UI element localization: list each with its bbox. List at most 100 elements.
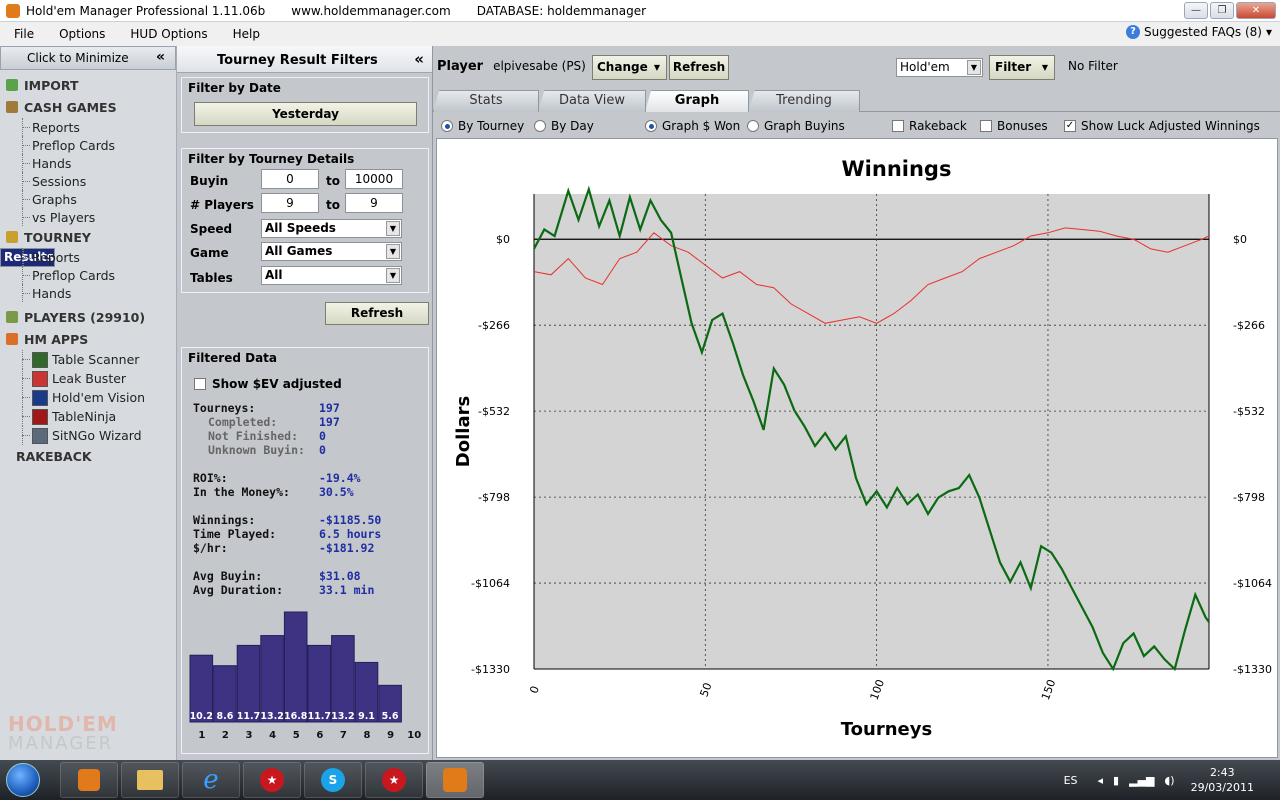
histogram-position-label: 8 bbox=[364, 730, 371, 741]
app-title: Hold'em Manager Professional 1.11.06b bbox=[26, 3, 266, 18]
nav-app-table-scanner[interactable]: Table Scanner bbox=[0, 350, 176, 369]
nav-tourney[interactable]: TOURNEY bbox=[0, 226, 176, 248]
tab-trending[interactable]: Trending bbox=[748, 90, 860, 112]
nav-app-holdem-vision[interactable]: Hold'em Vision bbox=[0, 388, 176, 407]
nav-cash-reports[interactable]: Reports bbox=[0, 118, 176, 136]
language-indicator[interactable]: ES bbox=[1064, 774, 1078, 787]
bonuses-checkbox[interactable]: Bonuses bbox=[980, 119, 1048, 133]
luck-adjusted-checkbox[interactable]: ✓ Show Luck Adjusted Winnings bbox=[1064, 119, 1260, 133]
menu-help[interactable]: Help bbox=[219, 27, 271, 41]
players-to-input[interactable]: 9 bbox=[345, 193, 403, 213]
filter-button[interactable]: Filter ▼ bbox=[989, 55, 1055, 80]
luck-adjusted-label: Show Luck Adjusted Winnings bbox=[1081, 119, 1260, 133]
radio bbox=[747, 120, 759, 132]
ie-taskbar-icon[interactable]: e bbox=[182, 762, 240, 798]
network-icon[interactable]: ▮ bbox=[1113, 774, 1119, 787]
stat-value: 30.5% bbox=[319, 485, 354, 499]
menu-hud-options[interactable]: HUD Options bbox=[116, 27, 218, 41]
tab-graph[interactable]: Graph bbox=[645, 90, 749, 112]
show-sev-checkbox[interactable]: Show $EV adjusted bbox=[194, 377, 342, 391]
buyin-from-input[interactable]: 0 bbox=[261, 169, 319, 189]
filters-refresh-button[interactable]: Refresh bbox=[325, 302, 429, 325]
nav-cash-vs-players[interactable]: vs Players bbox=[0, 208, 176, 226]
media-player-taskbar-icon[interactable] bbox=[60, 762, 118, 798]
by-day-radio[interactable]: By Day bbox=[534, 119, 594, 133]
by-tourney-label: By Tourney bbox=[458, 119, 525, 133]
stat-label: Unknown Buyin: bbox=[208, 443, 305, 457]
nav-rakeback[interactable]: RAKEBACK bbox=[0, 445, 176, 467]
change-player-button[interactable]: Change ▼ bbox=[592, 55, 667, 80]
stat-value: 6.5 hours bbox=[319, 527, 382, 541]
suggested-faqs[interactable]: ? Suggested FAQs (8) ▾ bbox=[1126, 25, 1272, 39]
histogram-position-label: 10 bbox=[407, 730, 421, 741]
nav-cash-graphs[interactable]: Graphs bbox=[0, 190, 176, 208]
nav-import[interactable]: IMPORT bbox=[0, 74, 176, 96]
nav-tourney-preflop-cards[interactable]: Preflop Cards bbox=[0, 266, 176, 284]
volume-icon[interactable]: ◖) bbox=[1165, 774, 1175, 787]
nav-app-sitngo-wizard[interactable]: SitNGo Wizard bbox=[0, 426, 176, 445]
minimize-label: Click to Minimize bbox=[27, 51, 129, 65]
y-tick-label-left: -$1064 bbox=[471, 577, 510, 590]
histogram-bar bbox=[331, 635, 355, 723]
tab-stats[interactable]: Stats bbox=[433, 90, 539, 112]
graph-options: By Tourney By Day Graph $ Won Graph Buyi… bbox=[433, 114, 1280, 138]
by-tourney-radio[interactable]: By Tourney bbox=[441, 119, 524, 133]
nav-cash-hands[interactable]: Hands bbox=[0, 154, 176, 172]
stat-label: Tourneys: bbox=[193, 401, 256, 415]
change-label: Change bbox=[597, 60, 648, 74]
clock-time: 2:43 bbox=[1209, 766, 1235, 779]
tab-data-view[interactable]: Data View bbox=[538, 90, 646, 112]
stat-label: Not Finished: bbox=[208, 429, 299, 443]
buyin-to-input[interactable]: 10000 bbox=[345, 169, 403, 189]
explorer-taskbar-icon[interactable] bbox=[121, 762, 179, 798]
nav-app-tableninja[interactable]: TableNinja bbox=[0, 407, 176, 426]
nav-app-leak-buster[interactable]: Leak Buster bbox=[0, 369, 176, 388]
nav-hm-apps[interactable]: HM APPS bbox=[0, 328, 176, 350]
menu-options[interactable]: Options bbox=[45, 27, 116, 41]
logo-bottom: MANAGER bbox=[8, 733, 114, 754]
nav-tourney-reports[interactable]: Reports bbox=[0, 248, 176, 266]
game-type-select[interactable]: Hold'em ▼ bbox=[896, 58, 983, 77]
stat-value: -$1185.50 bbox=[319, 513, 382, 527]
nav-cash-sessions[interactable]: Sessions bbox=[0, 172, 176, 190]
game-select[interactable]: All Games ▼ bbox=[261, 242, 402, 261]
minimize-window-button[interactable]: — bbox=[1184, 2, 1208, 19]
signal-icon[interactable]: ▂▄▆ bbox=[1129, 774, 1154, 787]
clock[interactable]: 2:43 29/03/2011 bbox=[1191, 765, 1254, 795]
double-chevron-left-icon: « bbox=[155, 49, 165, 65]
speed-select[interactable]: All Speeds ▼ bbox=[261, 219, 402, 238]
rakeback-checkbox[interactable]: Rakeback bbox=[892, 119, 967, 133]
nav-cash-games[interactable]: CASH GAMES bbox=[0, 96, 176, 118]
help-icon: ? bbox=[1126, 25, 1141, 39]
menu-file[interactable]: File bbox=[0, 27, 45, 41]
tray-arrow-icon[interactable]: ◂ bbox=[1098, 774, 1104, 787]
close-window-button[interactable]: ✕ bbox=[1236, 2, 1276, 19]
filter-label: Filter bbox=[995, 60, 1032, 74]
nav-tourney-hands[interactable]: Hands bbox=[0, 284, 176, 302]
nav-players[interactable]: PLAYERS (29910) bbox=[0, 306, 176, 328]
graph-buyins-radio[interactable]: Graph Buyins bbox=[747, 119, 845, 133]
minimize-sidebar-button[interactable]: Click to Minimize « bbox=[0, 46, 176, 70]
chevron-down-icon: ▼ bbox=[386, 244, 400, 259]
pokerstars-taskbar-icon[interactable]: ★ bbox=[243, 762, 301, 798]
winnings-chart-panel: Winnings $0 $0 -$266 -$266 -$532 -$532 -$798 -$7… bbox=[436, 138, 1278, 758]
stat-value: 197 bbox=[319, 401, 340, 415]
players-from-input[interactable]: 9 bbox=[261, 193, 319, 213]
player-refresh-button[interactable]: Refresh bbox=[669, 55, 729, 80]
restore-window-button[interactable]: ❐ bbox=[1210, 2, 1234, 19]
holdem-manager-taskbar-icon[interactable] bbox=[426, 762, 484, 798]
nav-cash-preflop-cards[interactable]: Preflop Cards bbox=[0, 136, 176, 154]
start-button[interactable] bbox=[0, 760, 46, 800]
histogram-position-label: 9 bbox=[387, 730, 394, 741]
website-label: www.holdemmanager.com bbox=[291, 3, 451, 18]
pokerstars-2-taskbar-icon[interactable]: ★ bbox=[365, 762, 423, 798]
tables-select[interactable]: All ▼ bbox=[261, 266, 402, 285]
tables-label: Tables bbox=[190, 271, 233, 285]
graph-won-radio[interactable]: Graph $ Won bbox=[645, 119, 740, 133]
app-label: SitNGo Wizard bbox=[52, 428, 142, 443]
collapse-filters-button[interactable]: « bbox=[414, 50, 424, 68]
x-tick-label: 0 bbox=[527, 684, 542, 695]
import-icon bbox=[6, 79, 18, 91]
skype-taskbar-icon[interactable]: S bbox=[304, 762, 362, 798]
date-yesterday-button[interactable]: Yesterday bbox=[194, 102, 417, 126]
